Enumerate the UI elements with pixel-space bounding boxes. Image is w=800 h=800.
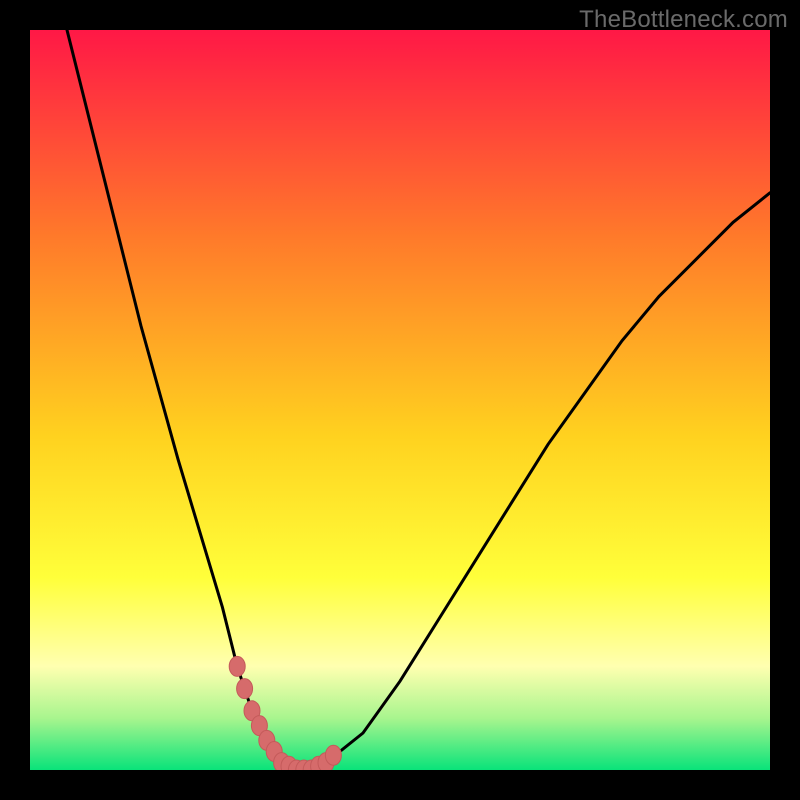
marker-group	[229, 656, 341, 770]
plot-area	[30, 30, 770, 770]
marker-dot	[229, 656, 245, 676]
marker-dot	[325, 745, 341, 765]
chart-frame: TheBottleneck.com	[0, 0, 800, 800]
bottleneck-curve	[67, 30, 770, 770]
marker-dot	[237, 679, 253, 699]
curve-layer	[30, 30, 770, 770]
